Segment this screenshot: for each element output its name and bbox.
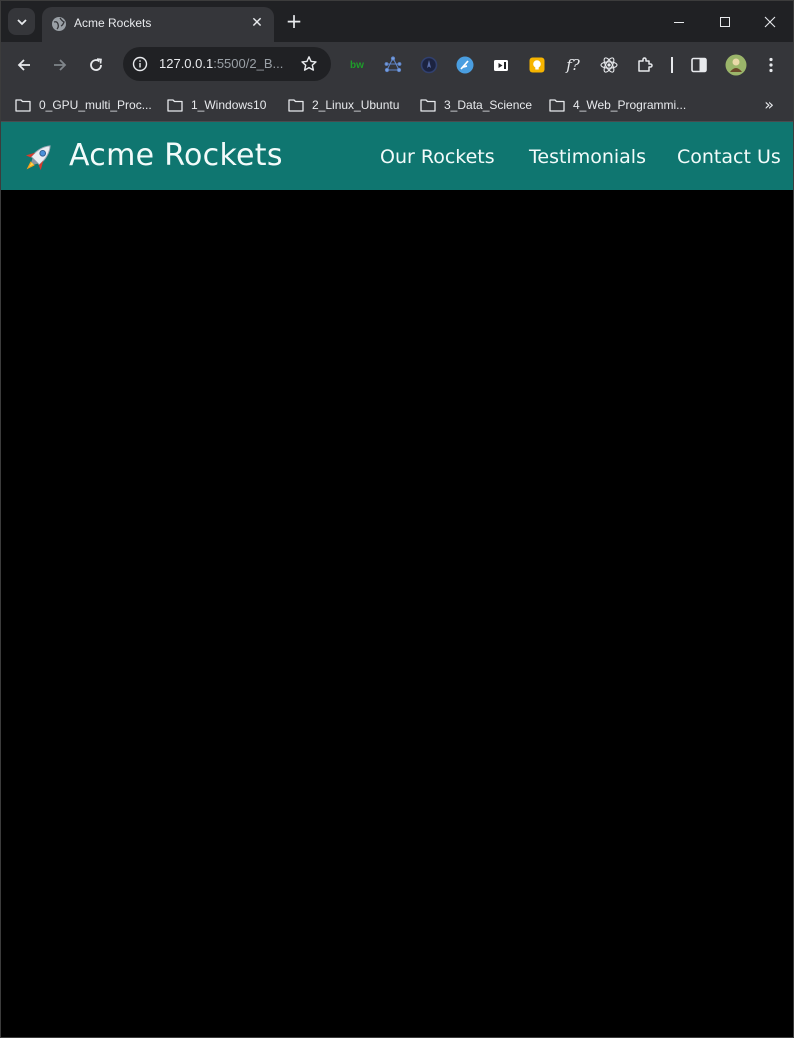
arrow-right-icon: [54, 59, 67, 71]
rocket-icon[interactable]: [19, 139, 57, 177]
function-text: f?: [566, 56, 580, 74]
bookmark-label: 2_Linux_Ubuntu: [312, 98, 400, 112]
nav-contact-us[interactable]: Contact Us: [677, 146, 781, 168]
bookmark-star-icon[interactable]: [300, 55, 318, 73]
page-content: Acme Rockets Our Rockets Testimonials Co…: [1, 122, 793, 1037]
side-panel-glyph-icon: [691, 57, 707, 73]
bookmark-folder[interactable]: 1_Windows10: [167, 95, 266, 115]
site-title[interactable]: Acme Rockets: [69, 138, 283, 173]
folder-icon: [288, 99, 304, 112]
video-icon[interactable]: [491, 55, 511, 75]
active-tab[interactable]: Acme Rockets ✕: [42, 7, 274, 42]
maximize-icon: [720, 16, 730, 27]
tab-title: Acme Rockets: [74, 16, 152, 30]
forward-button[interactable]: [48, 53, 72, 77]
nav-testimonials[interactable]: Testimonials: [529, 146, 646, 168]
chevron-down-icon: [16, 18, 27, 25]
lightbulb-icon[interactable]: [527, 55, 547, 75]
close-icon: [764, 16, 776, 27]
puzzle-icon[interactable]: [635, 55, 655, 75]
site-header: Acme Rockets Our Rockets Testimonials Co…: [1, 122, 793, 190]
toolbar-divider: [671, 57, 673, 73]
kebab-menu-icon: [769, 57, 773, 73]
network-icon[interactable]: [383, 55, 403, 75]
bookmark-folder[interactable]: 4_Web_Programmi...: [549, 95, 686, 115]
maximize-button[interactable]: [702, 1, 748, 42]
globe-icon: [52, 17, 66, 31]
network-graph-icon: [384, 56, 402, 73]
folder-icon: [420, 99, 436, 112]
video-player-icon: [494, 60, 508, 71]
react-icon[interactable]: [599, 55, 619, 75]
folder-icon: [549, 99, 565, 112]
bookmark-label: 1_Windows10: [191, 98, 267, 112]
back-button[interactable]: [12, 53, 36, 77]
close-window-button[interactable]: [747, 1, 793, 42]
reload-icon: [90, 58, 102, 71]
folder-icon: [15, 99, 31, 112]
side-panel-icon[interactable]: [689, 55, 709, 75]
more-bookmarks-button[interactable]: »: [764, 95, 774, 114]
bookmark-folder[interactable]: 3_Data_Science: [420, 95, 532, 115]
menu-button[interactable]: [761, 55, 781, 75]
keep-bulb-icon: [529, 57, 545, 73]
minimize-button[interactable]: [656, 1, 702, 42]
bookmark-folder[interactable]: 0_GPU_multi_Proc...: [15, 95, 152, 115]
folder-icon: [167, 99, 183, 112]
url-path: :5500/2_B...: [213, 56, 284, 71]
site-info-icon[interactable]: [132, 56, 148, 72]
compass-circle-icon: [420, 56, 438, 74]
extensions-puzzle-icon: [638, 57, 653, 72]
tab-strip: Acme Rockets ✕ +: [1, 1, 793, 42]
bookmark-label: 4_Web_Programmi...: [573, 98, 687, 112]
compass-icon[interactable]: [419, 55, 439, 75]
avatar-icon: [725, 54, 747, 76]
nav-our-rockets[interactable]: Our Rockets: [380, 146, 495, 168]
bw-icon[interactable]: bw: [347, 55, 367, 75]
browser-toolbar: 127.0.0.1:5500/2_B... bw f?: [1, 42, 793, 89]
feather-circle-icon: [456, 56, 474, 74]
bookmark-label: 3_Data_Science: [444, 98, 533, 112]
react-atom-icon: [600, 57, 618, 73]
browser-window: Acme Rockets ✕ + 127.0.0.1:5500/2_B... b…: [0, 0, 794, 1038]
address-bar[interactable]: 127.0.0.1:5500/2_B...: [123, 47, 331, 81]
feather-icon[interactable]: [455, 55, 475, 75]
bookmark-folder[interactable]: 2_Linux_Ubuntu: [288, 95, 399, 115]
bookmark-label: 0_GPU_multi_Proc...: [39, 98, 152, 112]
close-tab-icon[interactable]: ✕: [248, 14, 266, 32]
bookmarks-bar: 0_GPU_multi_Proc... 1_Windows10 2_Linux_…: [1, 89, 793, 122]
url-host: 127.0.0.1: [159, 56, 214, 71]
tab-search-button[interactable]: [8, 8, 35, 35]
bw-text: bw: [350, 59, 364, 71]
minimize-icon: [674, 21, 684, 23]
new-tab-button[interactable]: +: [284, 11, 304, 31]
arrow-left-icon: [17, 59, 30, 71]
url-text[interactable]: 127.0.0.1:5500/2_B...: [159, 56, 283, 71]
profile-avatar[interactable]: [724, 53, 748, 77]
function-icon[interactable]: f?: [563, 55, 583, 75]
reload-button[interactable]: [84, 53, 108, 77]
